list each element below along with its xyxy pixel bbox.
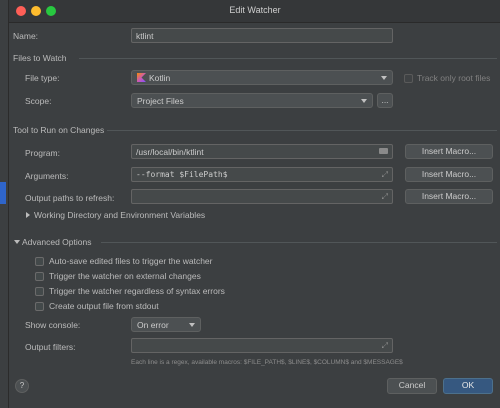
- output-file-checkbox[interactable]: [35, 302, 44, 311]
- ide-selection-marker: [0, 182, 6, 204]
- arguments-label: Arguments:: [25, 171, 69, 181]
- folder-icon[interactable]: [379, 148, 388, 154]
- syntax-errors-label: Trigger the watcher regardless of syntax…: [49, 286, 225, 296]
- help-button[interactable]: ?: [15, 379, 29, 393]
- show-console-value: On error: [137, 320, 169, 330]
- ide-background-strip: [0, 0, 8, 408]
- cancel-button[interactable]: Cancel: [387, 378, 437, 394]
- advanced-options-section-title[interactable]: Advanced Options: [22, 237, 91, 247]
- scope-value: Project Files: [137, 96, 184, 106]
- expand-icon[interactable]: ⤢: [382, 169, 388, 181]
- chevron-down-icon: [189, 323, 195, 327]
- output-paths-input[interactable]: ⤢: [131, 189, 393, 204]
- files-to-watch-separator: [79, 58, 497, 59]
- scope-label: Scope:: [25, 96, 52, 106]
- program-value: /usr/local/bin/ktlint: [136, 147, 204, 157]
- output-paths-insert-macro-button[interactable]: Insert Macro...: [405, 189, 493, 204]
- file-type-label: File type:: [25, 73, 60, 83]
- advanced-separator: [101, 242, 497, 243]
- name-input[interactable]: ktlint: [131, 28, 393, 43]
- track-only-root-files-checkbox[interactable]: [404, 74, 413, 83]
- edit-watcher-dialog: Edit Watcher Name: ktlint Files to Watch…: [8, 0, 500, 408]
- scope-browse-button[interactable]: ...: [377, 93, 393, 108]
- expand-icon[interactable]: ⤢: [382, 340, 388, 352]
- ok-button[interactable]: OK: [443, 378, 493, 394]
- chevron-right-icon[interactable]: [26, 212, 30, 218]
- files-to-watch-section-title: Files to Watch: [13, 53, 67, 63]
- output-filters-hint: Each line is a regex, available macros: …: [131, 359, 403, 366]
- file-type-dropdown[interactable]: Kotlin: [131, 70, 393, 85]
- scope-dropdown[interactable]: Project Files: [131, 93, 373, 108]
- show-console-label: Show console:: [25, 320, 81, 330]
- track-only-root-files-label: Track only root files: [417, 73, 491, 83]
- arguments-value: --format $FilePath$: [136, 170, 228, 179]
- show-console-dropdown[interactable]: On error: [131, 317, 201, 332]
- auto-save-label: Auto-save edited files to trigger the wa…: [49, 256, 213, 266]
- expand-icon[interactable]: ⤢: [382, 191, 388, 203]
- name-label: Name:: [13, 31, 39, 41]
- chevron-down-icon: [361, 99, 367, 103]
- syntax-errors-checkbox[interactable]: [35, 287, 44, 296]
- arguments-insert-macro-button[interactable]: Insert Macro...: [405, 167, 493, 182]
- window-title: Edit Watcher: [229, 5, 281, 15]
- output-filters-input[interactable]: ⤢: [131, 338, 393, 353]
- output-filters-label: Output filters:: [25, 342, 76, 352]
- program-input[interactable]: /usr/local/bin/ktlint: [131, 144, 393, 159]
- output-paths-label: Output paths to refresh:: [25, 193, 115, 203]
- arguments-input[interactable]: --format $FilePath$ ⤢: [131, 167, 393, 182]
- working-directory-toggle[interactable]: Working Directory and Environment Variab…: [34, 210, 205, 220]
- program-label: Program:: [25, 148, 60, 158]
- tool-section-title: Tool to Run on Changes: [13, 125, 105, 135]
- external-changes-label: Trigger the watcher on external changes: [49, 271, 201, 281]
- title-bar: Edit Watcher: [9, 0, 500, 23]
- auto-save-checkbox[interactable]: [35, 257, 44, 266]
- chevron-down-icon: [381, 76, 387, 80]
- chevron-down-icon[interactable]: [14, 240, 20, 244]
- tool-separator: [107, 130, 497, 131]
- program-insert-macro-button[interactable]: Insert Macro...: [405, 144, 493, 159]
- kotlin-icon: [137, 73, 146, 82]
- output-file-label: Create output file from stdout: [49, 301, 159, 311]
- external-changes-checkbox[interactable]: [35, 272, 44, 281]
- file-type-value: Kotlin: [149, 73, 171, 83]
